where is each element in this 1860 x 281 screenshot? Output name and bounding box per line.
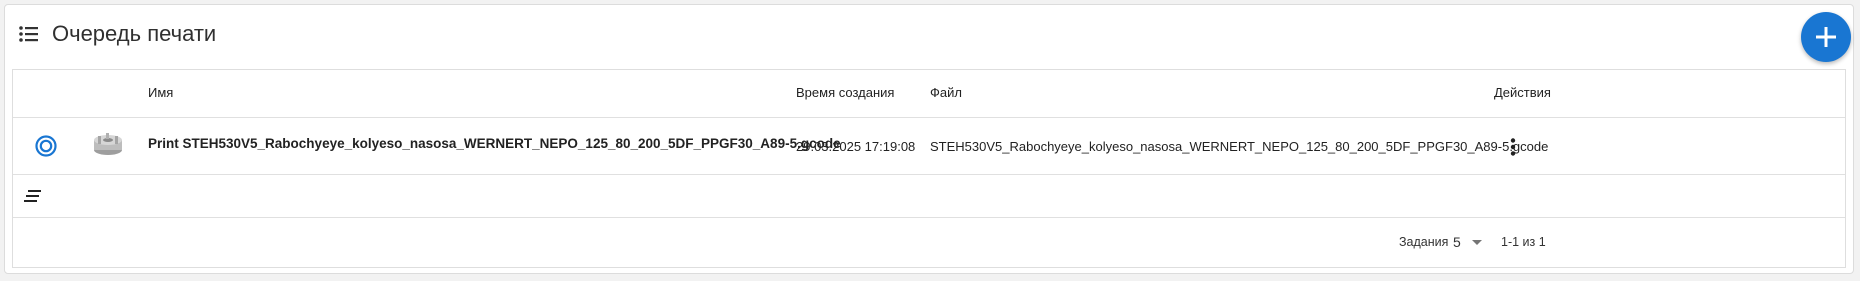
plus-icon — [1816, 27, 1836, 47]
rows-per-page-value: 5 — [1453, 234, 1461, 250]
gcode-part-thumbnail — [94, 133, 122, 155]
table-header-row: Имя Время создания Файл Действия — [13, 70, 1845, 118]
job-created-time: 29.03.2025 17:19:08 — [796, 139, 916, 154]
more-vert-icon[interactable] — [1499, 133, 1527, 161]
job-file-name: STEH530V5_Rabochyeye_kolyeso_nasosa_WERN… — [930, 139, 1549, 154]
sort-lines-icon[interactable] — [24, 189, 42, 203]
list-icon — [19, 26, 38, 42]
group-toggle-row — [13, 175, 1845, 218]
column-header-actions: Действия — [1494, 85, 1551, 100]
page-title: Очередь печати — [52, 21, 217, 46]
print-queue-table: Имя Время создания Файл Действия Print S… — [12, 69, 1846, 268]
column-header-file[interactable]: Файл — [930, 85, 962, 100]
job-name[interactable]: Print STEH530V5_Rabochyeye_kolyeso_nasos… — [148, 136, 841, 151]
column-header-name[interactable]: Имя — [148, 85, 173, 100]
pagination-range: 1-1 из 1 — [1501, 235, 1546, 249]
rows-per-page-label: Задания — [1399, 235, 1449, 249]
column-header-created[interactable]: Время создания — [796, 85, 894, 100]
table-row[interactable]: Print STEH530V5_Rabochyeye_kolyeso_nasos… — [13, 118, 1845, 175]
print-queue-card: Очередь печати Имя Время создания Файл Д… — [4, 4, 1854, 274]
rows-per-page-select[interactable]: 5 — [1453, 231, 1489, 253]
card-header: Очередь печати — [5, 5, 1853, 69]
caret-down-icon — [1472, 240, 1482, 245]
queued-target-icon — [35, 135, 57, 157]
table-footer: Задания 5 1-1 из 1 — [13, 218, 1845, 268]
add-print-job-button[interactable] — [1801, 12, 1851, 62]
